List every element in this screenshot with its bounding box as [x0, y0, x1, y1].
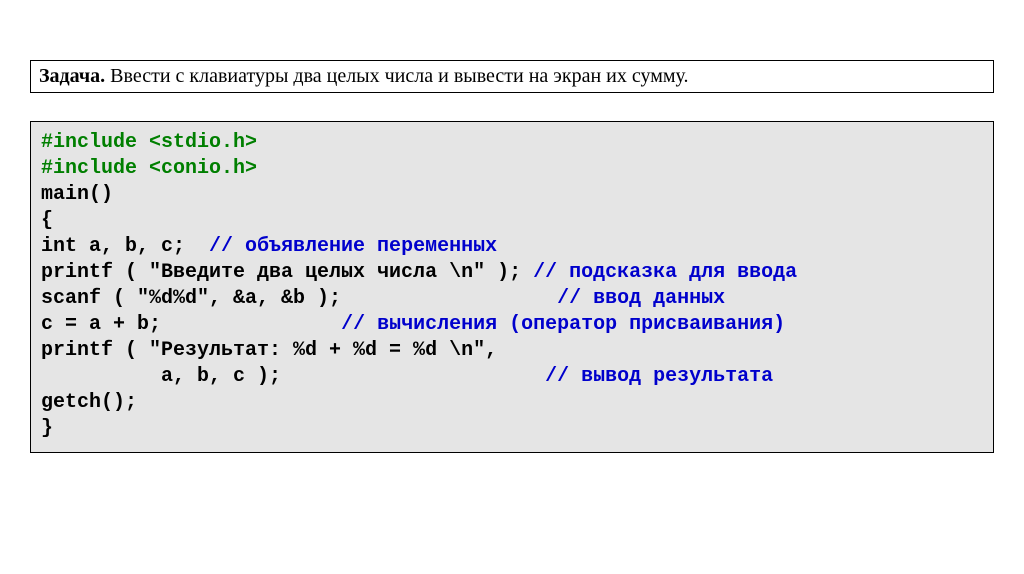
- code-line-6b: // подсказка для ввода: [533, 261, 797, 284]
- code-listing: #include <stdio.h> #include <conio.h> ma…: [30, 121, 994, 453]
- code-line-6a: printf ( "Введите два целых числа \n" );: [41, 261, 533, 284]
- task-label: Задача.: [39, 65, 105, 87]
- task-text: Ввести с клавиатуры два целых числа и вы…: [105, 65, 688, 87]
- code-line-8a: c = a + b;: [41, 313, 341, 336]
- code-line-5b: // объявление переменных: [209, 235, 497, 258]
- code-line-4: {: [41, 209, 53, 232]
- code-line-9a: printf ( "Результат: %d + %d = %d \n",: [41, 339, 497, 362]
- code-line-7b: // ввод данных: [557, 287, 725, 310]
- code-line-2: #include <conio.h>: [41, 157, 257, 180]
- task-statement: Задача. Ввести с клавиатуры два целых чи…: [30, 60, 994, 93]
- code-line-7a: scanf ( "%d%d", &a, &b );: [41, 287, 557, 310]
- code-line-10a: a, b, c );: [41, 365, 545, 388]
- code-line-8b: // вычисления (оператор присваивания): [341, 313, 785, 336]
- code-line-10b: // вывод результата: [545, 365, 773, 388]
- code-line-3: main(): [41, 183, 113, 206]
- code-line-11a: getch();: [41, 391, 137, 414]
- code-line-1: #include <stdio.h>: [41, 131, 257, 154]
- code-line-5a: int a, b, c;: [41, 235, 209, 258]
- code-line-12a: }: [41, 417, 53, 440]
